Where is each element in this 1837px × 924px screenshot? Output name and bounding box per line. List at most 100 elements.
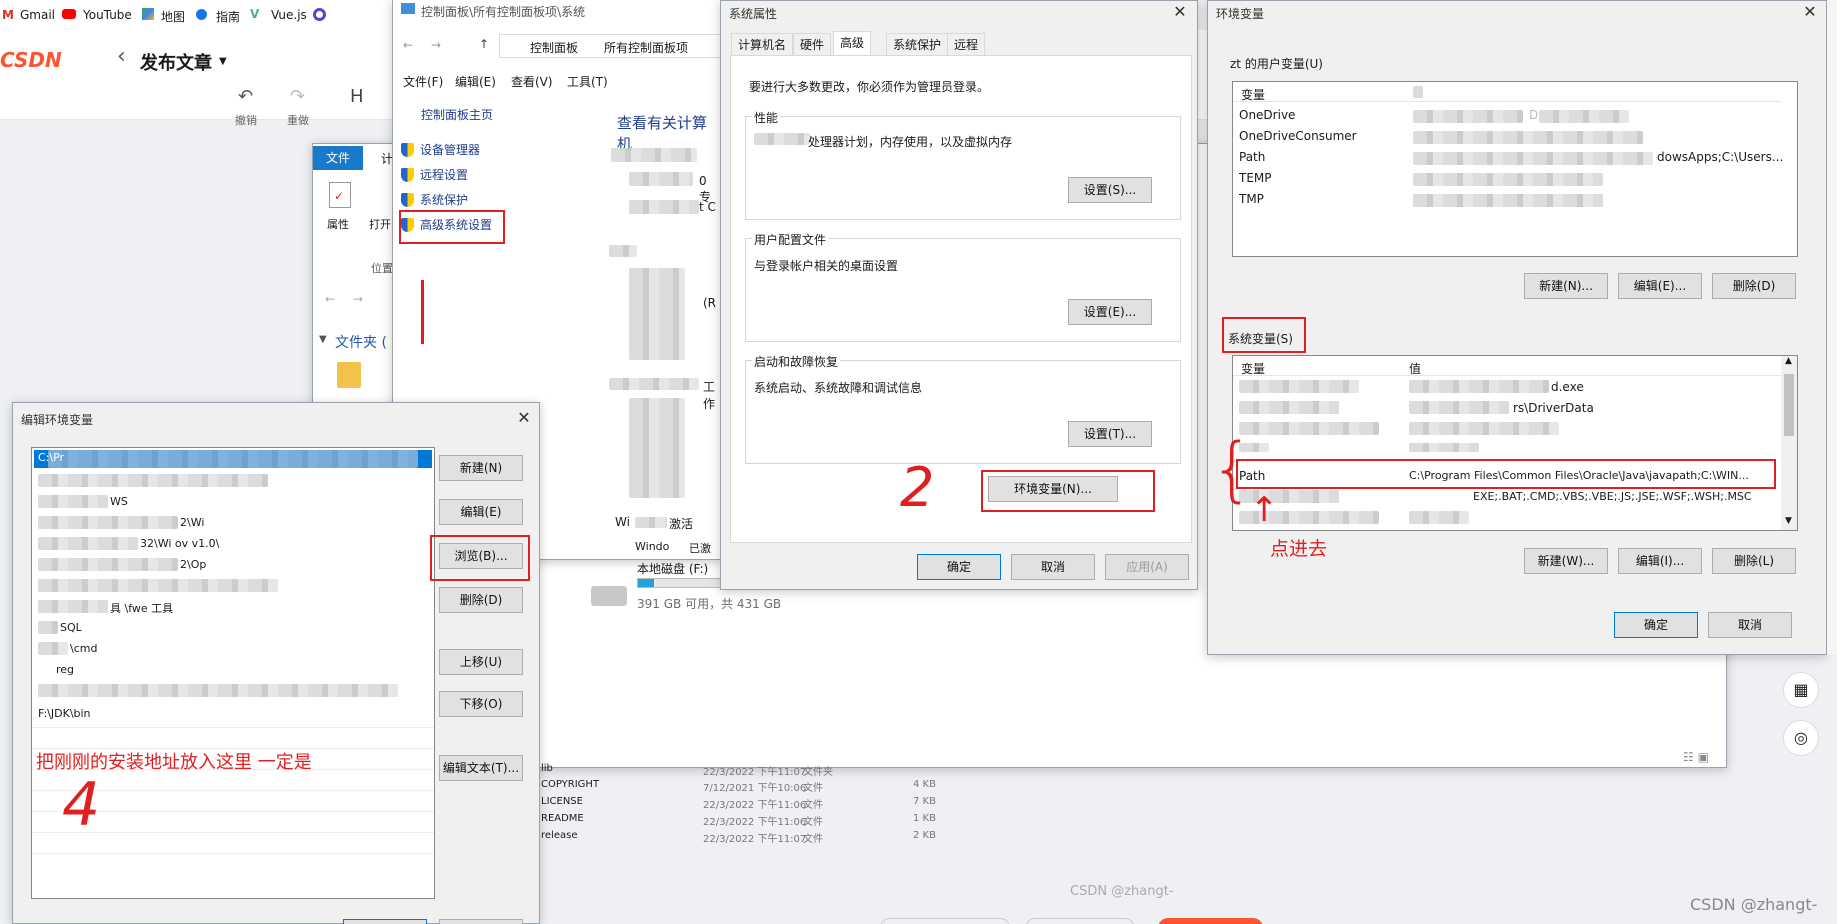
nav-forward-icon[interactable]: → — [431, 38, 441, 52]
bookmark-gmail[interactable]: Gmail — [20, 8, 55, 22]
redo-label[interactable]: 重做 — [287, 112, 309, 128]
breadcrumb-item[interactable]: 控制面板 — [530, 39, 578, 56]
path-entry[interactable]: C:\Pr — [38, 451, 64, 464]
user-new-button[interactable]: 新建(N)... — [1524, 273, 1608, 299]
nav-back-icon[interactable]: ← — [403, 38, 413, 52]
breadcrumb[interactable]: 控制面板 所有控制面板项 — [499, 34, 729, 58]
tab-system-protection[interactable]: 系统保护 — [886, 33, 949, 55]
new-button[interactable]: 新建(N) — [439, 455, 523, 481]
ok-button[interactable]: 确定 — [917, 554, 1001, 580]
guide-icon[interactable] — [196, 9, 207, 20]
file-row[interactable]: LICENSE 22/3/2022 下午11:06 文件 7 KB — [541, 796, 941, 812]
close-icon[interactable]: ✕ — [1163, 1, 1197, 23]
headset-icon[interactable]: ◎ — [1783, 720, 1819, 756]
apply-button[interactable]: 应用(A) — [1105, 554, 1189, 580]
user-edit-button[interactable]: 编辑(E)... — [1618, 273, 1702, 299]
user-delete-button[interactable]: 删除(D) — [1712, 273, 1796, 299]
extension-icon[interactable] — [313, 8, 326, 21]
bottom-pill-1[interactable] — [880, 918, 1010, 924]
link-system-protection[interactable]: 系统保护 — [401, 191, 468, 208]
link-remote-settings[interactable]: 远程设置 — [401, 166, 468, 183]
view-details-icon[interactable]: ☷ ▣ — [1683, 750, 1709, 764]
col-variable[interactable]: 变量 — [1241, 360, 1265, 377]
path-entry[interactable]: \cmd — [70, 642, 97, 655]
file-row[interactable]: COPYRIGHT 7/12/2021 下午10:06 文件 4 KB — [541, 779, 941, 795]
undo-icon[interactable]: ↶ — [238, 86, 253, 107]
vue-icon[interactable]: V — [250, 7, 259, 21]
col-value[interactable]: 值 — [1409, 360, 1421, 377]
properties-icon[interactable]: ✓ — [329, 182, 351, 208]
breadcrumb-item[interactable]: 所有控制面板项 — [604, 39, 688, 56]
csdn-logo[interactable]: CSDN — [0, 48, 62, 72]
move-down-button[interactable]: 下移(O) — [439, 691, 523, 717]
open-label[interactable]: 打开 — [369, 216, 391, 232]
redo-icon[interactable]: ↷ — [290, 86, 305, 107]
cancel-button[interactable]: 取消 — [1011, 554, 1095, 580]
scroll-thumb[interactable] — [1784, 374, 1794, 436]
scroll-down-icon[interactable]: ▼ — [1785, 516, 1792, 526]
cancel-button[interactable] — [439, 919, 523, 924]
path-entry-jdk[interactable]: F:\JDK\bin — [38, 707, 91, 720]
edit-button[interactable]: 编辑(E) — [439, 499, 523, 525]
tab-computer-name[interactable]: 计算机名 — [731, 33, 794, 55]
cancel-button[interactable]: 取消 — [1708, 612, 1792, 638]
tab-file[interactable]: 文件 — [313, 146, 363, 170]
user-vars-list[interactable]: 变量 OneDrive D OneDriveConsumer Path dows… — [1232, 81, 1798, 257]
system-delete-button[interactable]: 删除(L) — [1712, 548, 1796, 574]
user-var-row[interactable]: OneDrive — [1239, 108, 1295, 122]
user-var-row[interactable]: TMP — [1239, 192, 1264, 206]
bookmark-guide[interactable]: 指南 — [216, 8, 240, 25]
menu-tools[interactable]: 工具(T) — [567, 73, 608, 90]
expand-icon[interactable]: ▼ — [319, 334, 327, 345]
path-entry[interactable]: WS — [110, 495, 128, 508]
ok-button[interactable] — [343, 919, 427, 924]
path-entry[interactable]: reg — [56, 663, 74, 676]
chevron-down-icon[interactable]: ▼ — [219, 56, 227, 67]
folder-tree-item[interactable]: 文件夹 ( — [335, 332, 387, 352]
undo-label[interactable]: 撤销 — [235, 112, 257, 128]
system-edit-button[interactable]: 编辑(I)... — [1618, 548, 1702, 574]
tab-advanced[interactable]: 高级 — [833, 31, 872, 56]
disk-name[interactable]: 本地磁盘 (F:) — [637, 560, 708, 577]
path-entry[interactable]: 2\Wi — [180, 516, 204, 529]
scrollbar[interactable]: ▲ ▼ — [1781, 356, 1797, 530]
file-row[interactable]: README 22/3/2022 下午11:06 文件 1 KB — [541, 813, 941, 829]
performance-settings-button[interactable]: 设置(S)... — [1068, 177, 1152, 203]
page-scrollbar[interactable] — [1827, 0, 1837, 655]
delete-button[interactable]: 删除(D) — [439, 587, 523, 613]
back-icon[interactable]: ‹ — [117, 44, 126, 69]
bookmark-maps[interactable]: 地图 — [161, 8, 185, 25]
user-profile-settings-button[interactable]: 设置(E)... — [1068, 299, 1152, 325]
menu-view[interactable]: 查看(V) — [511, 73, 553, 90]
close-icon[interactable]: ✕ — [1793, 1, 1827, 23]
control-panel-home-link[interactable]: 控制面板主页 — [421, 106, 493, 123]
gmail-icon[interactable]: M — [2, 8, 14, 22]
close-icon[interactable]: ✕ — [507, 407, 541, 429]
tab-remote[interactable]: 远程 — [947, 33, 986, 55]
col-variable[interactable]: 变量 — [1241, 86, 1265, 103]
nav-up-icon[interactable]: ↑ — [479, 37, 489, 51]
youtube-icon[interactable] — [62, 9, 76, 19]
user-var-row[interactable]: TEMP — [1239, 171, 1272, 185]
move-up-button[interactable]: 上移(U) — [439, 649, 523, 675]
ok-button[interactable]: 确定 — [1614, 612, 1698, 638]
system-vars-list[interactable]: 变量 值 d.exe rs\DriverData Path C:\Program… — [1232, 355, 1798, 531]
menu-edit[interactable]: 编辑(E) — [455, 73, 496, 90]
properties-label[interactable]: 属性 — [327, 216, 349, 232]
heading-button[interactable]: H — [350, 86, 364, 107]
bottom-pill-2[interactable] — [1025, 918, 1135, 924]
edit-text-button[interactable]: 编辑文本(T)... — [439, 755, 523, 781]
scroll-up-icon[interactable]: ▲ — [1785, 356, 1792, 366]
path-entry[interactable]: 2\Op — [180, 558, 206, 571]
bookmark-youtube[interactable]: YouTube — [83, 8, 132, 22]
path-entry[interactable]: SQL — [60, 621, 82, 634]
system-new-button[interactable]: 新建(W)... — [1524, 548, 1608, 574]
nav-forward-icon[interactable]: → — [353, 292, 363, 306]
file-row[interactable]: release 22/3/2022 下午11:07 文件 2 KB — [541, 830, 941, 846]
nav-back-icon[interactable]: ← — [325, 292, 335, 306]
bookmark-vue[interactable]: Vue.js — [271, 8, 307, 22]
qr-icon[interactable]: ▦ — [1783, 672, 1819, 708]
startup-recovery-settings-button[interactable]: 设置(T)... — [1068, 421, 1152, 447]
tab-hardware[interactable]: 硬件 — [793, 33, 832, 55]
maps-icon[interactable] — [142, 8, 154, 20]
